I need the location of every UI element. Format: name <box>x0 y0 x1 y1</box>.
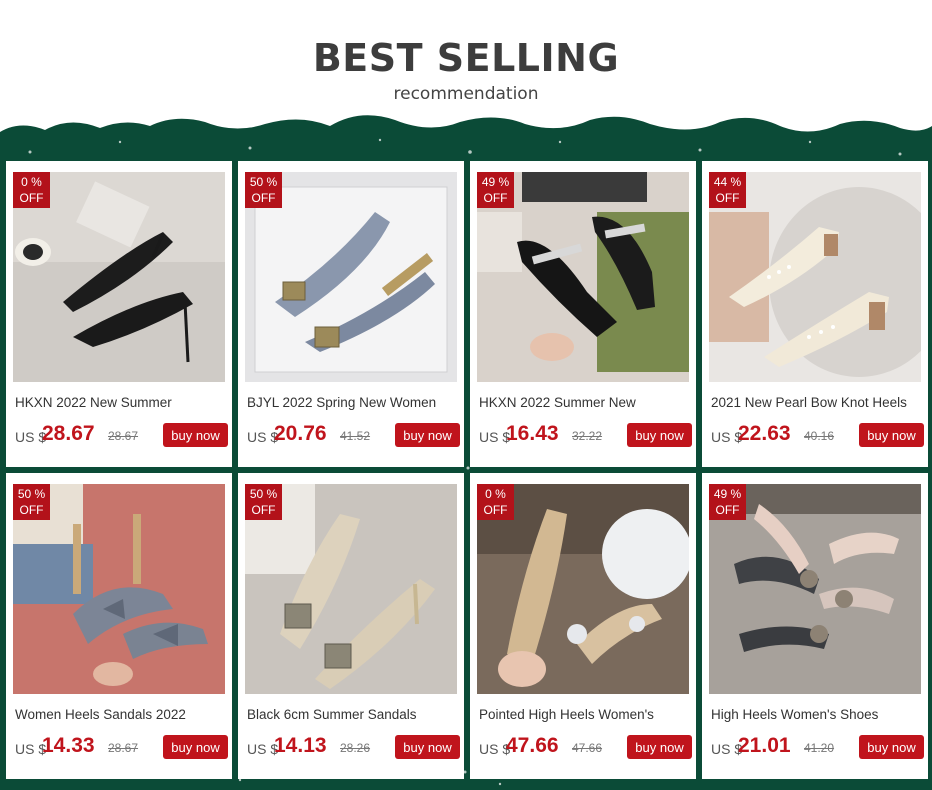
original-price: 28.67 <box>108 429 139 443</box>
price-row: US $ 21.01 41.20 buy now <box>711 732 924 760</box>
discount-off-label: OFF <box>19 191 44 205</box>
price-row: US $ 47.66 47.66 buy now <box>479 732 692 760</box>
discount-badge: 44 % OFF <box>709 172 746 208</box>
price-row: US $ 22.63 40.16 buy now <box>711 420 924 448</box>
buy-now-button[interactable]: buy now <box>627 423 692 447</box>
discount-badge: 50 % OFF <box>13 484 50 520</box>
discount-off-label: OFF <box>251 191 276 205</box>
buy-now-button[interactable]: buy now <box>627 735 692 759</box>
discount-percent: 49 % <box>713 487 742 501</box>
discount-off-label: OFF <box>251 503 276 517</box>
discount-off-label: OFF <box>483 191 508 205</box>
price-row: US $ 14.13 28.26 buy now <box>247 732 460 760</box>
discount-badge: 49 % OFF <box>477 172 514 208</box>
discount-badge: 50 % OFF <box>245 484 282 520</box>
product-name[interactable]: HKXN 2022 Summer New <box>479 395 691 410</box>
original-price: 28.26 <box>340 741 371 755</box>
product-name[interactable]: HKXN 2022 New Summer <box>15 395 227 410</box>
sale-price: 14.33 <box>42 734 95 757</box>
sale-price: 16.43 <box>506 422 559 445</box>
product-name[interactable]: High Heels Women's Shoes <box>711 707 923 722</box>
original-price: 47.66 <box>572 741 603 755</box>
product-card[interactable]: 0 % OFF HKXN 2022 New Summer US $ 28.67 … <box>6 161 232 467</box>
sale-price: 14.13 <box>274 734 327 757</box>
product-name[interactable]: Black 6cm Summer Sandals <box>247 707 459 722</box>
product-card[interactable]: 49 % OFF HKXN 2022 Summer New US $ 16.43… <box>470 161 696 467</box>
product-name[interactable]: BJYL 2022 Spring New Women <box>247 395 459 410</box>
discount-percent: 50 % <box>249 175 278 189</box>
discount-off-label: OFF <box>715 191 740 205</box>
buy-now-button[interactable]: buy now <box>859 423 924 447</box>
discount-percent: 0 % <box>485 487 506 501</box>
product-grid: 0 % OFF HKXN 2022 New Summer US $ 28.67 … <box>0 0 932 790</box>
discount-off-label: OFF <box>483 503 508 517</box>
product-card[interactable]: 50 % OFF Women Heels Sandals 2022 US $ 1… <box>6 473 232 779</box>
original-price: 28.67 <box>108 741 139 755</box>
discount-badge: 49 % OFF <box>709 484 746 520</box>
discount-percent: 50 % <box>17 487 46 501</box>
original-price: 32.22 <box>572 429 603 443</box>
product-name[interactable]: Women Heels Sandals 2022 <box>15 707 227 722</box>
price-row: US $ 14.33 28.67 buy now <box>15 732 228 760</box>
discount-percent: 0 % <box>21 175 42 189</box>
buy-now-button[interactable]: buy now <box>395 423 460 447</box>
buy-now-button[interactable]: buy now <box>163 423 228 447</box>
sale-price: 28.67 <box>42 422 95 445</box>
discount-percent: 49 % <box>481 175 510 189</box>
original-price: 41.52 <box>340 429 371 443</box>
product-name[interactable]: 2021 New Pearl Bow Knot Heels <box>711 395 923 410</box>
discount-badge: 0 % OFF <box>13 172 50 208</box>
sale-price: 20.76 <box>274 422 327 445</box>
discount-badge: 0 % OFF <box>477 484 514 520</box>
original-price: 40.16 <box>804 429 835 443</box>
product-card[interactable]: 44 % OFF 2021 New Pearl Bow Knot Heels U… <box>702 161 928 467</box>
price-row: US $ 16.43 32.22 buy now <box>479 420 692 448</box>
product-card[interactable]: 49 % OFF High Heels Women's Shoes US $ 2… <box>702 473 928 779</box>
price-row: US $ 28.67 28.67 buy now <box>15 420 228 448</box>
buy-now-button[interactable]: buy now <box>395 735 460 759</box>
discount-off-label: OFF <box>19 503 44 517</box>
sale-price: 22.63 <box>738 422 791 445</box>
price-row: US $ 20.76 41.52 buy now <box>247 420 460 448</box>
discount-badge: 50 % OFF <box>245 172 282 208</box>
buy-now-button[interactable]: buy now <box>859 735 924 759</box>
product-name[interactable]: Pointed High Heels Women's <box>479 707 691 722</box>
sale-price: 47.66 <box>506 734 559 757</box>
product-card[interactable]: 0 % OFF Pointed High Heels Women's US $ … <box>470 473 696 779</box>
sale-price: 21.01 <box>738 734 791 757</box>
discount-percent: 44 % <box>713 175 742 189</box>
discount-percent: 50 % <box>249 487 278 501</box>
product-card[interactable]: 50 % OFF Black 6cm Summer Sandals US $ 1… <box>238 473 464 779</box>
buy-now-button[interactable]: buy now <box>163 735 228 759</box>
discount-off-label: OFF <box>715 503 740 517</box>
product-card[interactable]: 50 % OFF BJYL 2022 Spring New Women US $… <box>238 161 464 467</box>
original-price: 41.20 <box>804 741 835 755</box>
